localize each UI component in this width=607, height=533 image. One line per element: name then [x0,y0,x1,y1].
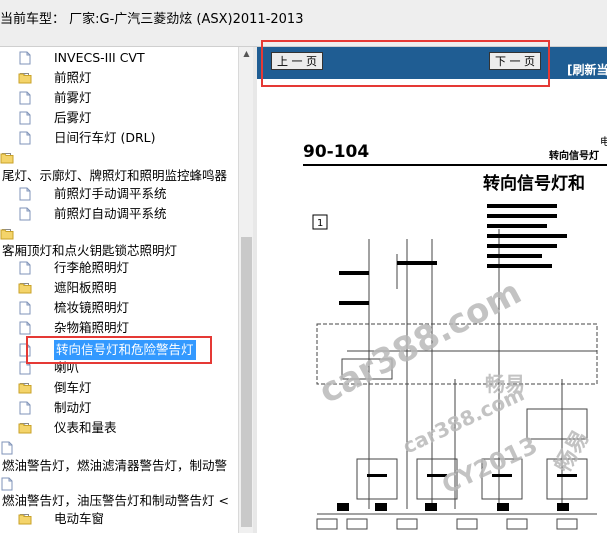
tree-item[interactable]: 燃油警告灯，油压警告灯和制动警告灯 < [0,491,238,511]
doc-title: 转向信号灯和 [483,173,585,194]
navigation-tree: INVECS-III CVT +前照灯前雾灯后雾灯日间行车灯 (DRL) -尾灯、示… [0,47,238,533]
watermark-5: 畅易 [551,426,595,477]
folder-icon [18,283,32,294]
wiring-diagram: 90-104 电 转向信号灯 转向信号灯和 1 car388.com 畅易 ca… [303,135,607,530]
tree-item[interactable]: 梳妆镜照明灯 [0,298,238,318]
document-icon [19,187,31,201]
tree-item[interactable]: 制动灯 [0,398,238,418]
document-icon [1,441,13,455]
tree-item-label: 仪表和量表 [54,420,117,435]
tree-item[interactable]: 前雾灯 [0,88,238,108]
tree-item[interactable]: 行李舱照明灯 [0,258,238,278]
refresh-link[interactable]: [刷新当 [567,61,607,78]
page-number: 90-104 [303,142,369,162]
tree-item-label: 倒车灯 [54,380,92,395]
folder-icon [18,514,32,525]
document-icon [19,111,31,125]
tree-scrollbar[interactable]: ▲ [238,47,254,533]
scrollbar-thumb[interactable] [241,237,252,527]
folder-icon [0,229,14,240]
folder-icon [18,383,32,394]
tree-item[interactable]: +倒车灯 [0,378,238,398]
tree-item-label: 日间行车灯 (DRL) [54,130,156,145]
tree-item[interactable]: 燃油警告灯，燃油滤清器警告灯，制动警 [0,456,238,476]
tree-item-label: 燃油警告灯，油压警告灯和制动警告灯 < [2,493,229,508]
tree-item-label: 燃油警告灯，燃油滤清器警告灯，制动警 [2,458,228,473]
document-viewer: 上 一 页 下 一 页 [刷新当 90-104 电 转向信号灯 转向信号灯和 1 [257,47,607,533]
manual-page: 90-104 电 转向信号灯 转向信号灯和 1 car388.com 畅易 ca… [257,79,607,533]
tree-item-label: 电动车窗 [54,511,105,526]
tree-item-label: 制动灯 [54,400,92,415]
tree-item-label: 杂物箱照明灯 [54,320,130,335]
folder-icon [18,73,32,84]
doc-header-right: 电 [600,135,607,148]
document-icon [19,131,31,145]
tree-item[interactable]: 杂物箱照明灯 [0,318,238,338]
tree-item[interactable]: 日间行车灯 (DRL) [0,128,238,148]
document-icon [19,401,31,415]
document-icon [19,261,31,275]
folder-icon [0,153,14,164]
tree-item-label: 遮阳板照明 [54,280,117,295]
tree-item[interactable]: 后雾灯 [0,108,238,128]
tree-item-label: INVECS-III CVT [54,50,145,65]
tree-item[interactable]: +电动车窗 [0,509,238,529]
tree-item[interactable] [0,438,238,458]
tree-item-label: 前雾灯 [54,90,92,105]
document-icon [19,301,31,315]
tree-item-label: 尾灯、示廓灯、牌照灯和照明监控蜂鸣器 [2,168,228,183]
document-icon [19,91,31,105]
current-model-title: 当前车型： 厂家:G-广汽三菱劲炫 (ASX)2011-2013 [0,12,304,27]
tree-item-label: 前照灯自动调平系统 [54,206,167,221]
tree-item[interactable]: - [0,148,238,168]
scroll-up-icon[interactable]: ▲ [239,47,254,61]
document-icon [1,477,13,491]
tree-item[interactable]: +遮阳板照明 [0,278,238,298]
tree-item[interactable]: INVECS-III CVT [0,48,238,68]
tree-item[interactable]: +前照灯 [0,68,238,88]
tree-item[interactable]: +仪表和量表 [0,418,238,438]
tree-item[interactable]: 前照灯手动调平系统 [0,184,238,204]
tree-item-label: 前照灯 [54,70,92,85]
tree-item-label: 前照灯手动调平系统 [54,186,167,201]
tree-item-label: 后雾灯 [54,110,92,125]
svg-text:1: 1 [317,218,323,229]
tree-item[interactable]: 尾灯、示廓灯、牌照灯和照明监控蜂鸣器 [0,166,238,186]
document-icon [19,51,31,65]
annotation-nav-highlight [261,40,550,87]
tree-item-label: 行李舱照明灯 [54,260,130,275]
watermark-4: CY2013 [438,431,542,499]
document-icon [19,207,31,221]
annotation-highlight [26,336,212,364]
document-icon [19,321,31,335]
tree-item[interactable]: 前照灯自动调平系统 [0,204,238,224]
tree-item-label: 梳妆镜照明灯 [54,300,130,315]
folder-icon [18,423,32,434]
doc-subtitle: 转向信号灯 [549,149,599,162]
